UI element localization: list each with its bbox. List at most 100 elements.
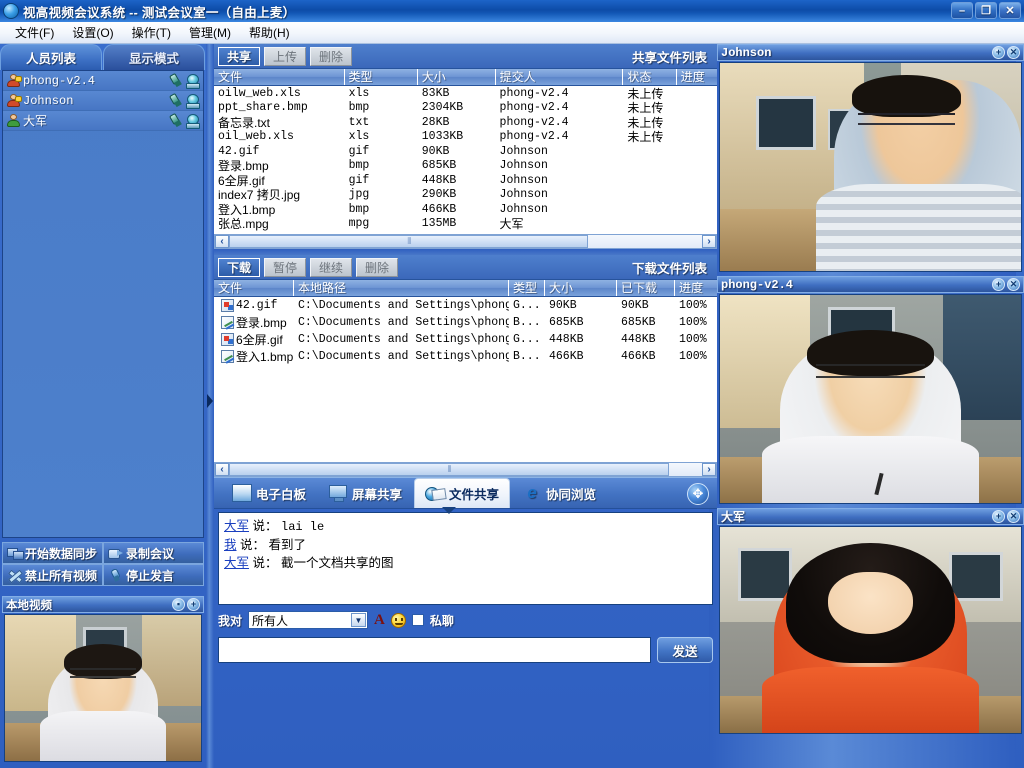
emoji-picker-icon[interactable] — [390, 612, 406, 628]
chat-verb: 说： — [252, 556, 278, 570]
share-button[interactable]: 共享 — [218, 46, 261, 66]
chat-message: 大军 说： 截一个文档共享的图 — [224, 554, 707, 572]
table-row[interactable]: 6全屏.gif C:\Documents and Settings\phong.… — [214, 331, 717, 348]
tab-participant-list[interactable]: 人员列表 — [0, 44, 102, 70]
webcam-icon[interactable] — [185, 73, 200, 89]
table-row[interactable]: 张总.mpg mpg 135MB 大军 — [214, 217, 717, 231]
chat-input[interactable] — [218, 637, 651, 663]
move-handle-icon[interactable]: ✥ — [687, 483, 709, 505]
menu-operation[interactable]: 操作(T) — [123, 22, 180, 43]
chat-sender[interactable]: 大军 — [224, 519, 249, 533]
column-status[interactable]: 状态 — [623, 69, 677, 85]
local-video-expand-button[interactable]: + — [187, 598, 200, 611]
share-horizontal-scrollbar[interactable]: ‹ ⦀ › — [214, 234, 717, 249]
tab-whiteboard[interactable]: 电子白板 — [222, 478, 316, 508]
record-meeting-button[interactable]: 录制会议 — [103, 542, 204, 564]
send-button[interactable]: 发送 — [657, 637, 713, 663]
chat-sender[interactable]: 大军 — [224, 556, 249, 570]
list-item[interactable]: phong-v2.4 — [3, 71, 203, 91]
delete-download-button[interactable]: 删除 — [356, 257, 399, 277]
video-participant-name: 大军 — [721, 510, 746, 524]
microphone-icon[interactable] — [169, 93, 183, 108]
video-close-button[interactable]: ✕ — [1007, 278, 1020, 291]
stop-speaking-button[interactable]: 停止发言 — [103, 564, 204, 586]
font-style-button[interactable]: A — [374, 612, 385, 629]
disable-all-video-button[interactable]: 禁止所有视频 — [2, 564, 103, 586]
chat-text: 看到了 — [268, 538, 307, 552]
chat-text: lai le — [281, 520, 325, 534]
participant-name: phong-v2.4 — [23, 73, 96, 88]
pause-button[interactable]: 暂停 — [264, 257, 307, 277]
scroll-left-arrow-icon[interactable]: ‹ — [215, 463, 229, 476]
scroll-track[interactable]: ⦀ — [229, 463, 702, 476]
video-expand-button[interactable]: + — [992, 510, 1005, 523]
video-feed[interactable] — [719, 526, 1022, 734]
column-file[interactable]: 文件 — [214, 280, 294, 296]
menu-settings[interactable]: 设置(O) — [63, 22, 122, 43]
column-size[interactable]: 大小 — [545, 280, 617, 296]
scroll-left-arrow-icon[interactable]: ‹ — [215, 235, 229, 248]
collapse-left-arrow-icon — [207, 394, 213, 408]
app-logo-icon — [3, 3, 19, 19]
upload-button[interactable]: 上传 — [264, 46, 307, 66]
column-size[interactable]: 大小 — [418, 69, 496, 85]
table-row[interactable]: 登录.bmp C:\Documents and Settings\phong..… — [214, 314, 717, 331]
table-row[interactable]: oil_web.xls xls 1033KB phong-v2.4 未上传 — [214, 130, 717, 144]
webcam-icon[interactable] — [185, 93, 200, 109]
cell-progress: 100% — [679, 333, 707, 346]
close-button[interactable]: ✕ — [999, 2, 1021, 19]
delete-share-button[interactable]: 删除 — [310, 46, 353, 66]
microphone-icon[interactable] — [169, 73, 183, 88]
restore-button[interactable]: ❐ — [975, 2, 997, 19]
video-close-button[interactable]: ✕ — [1007, 510, 1020, 523]
column-progress[interactable]: 进度 — [675, 280, 715, 296]
scroll-right-arrow-icon[interactable]: › — [702, 463, 716, 476]
download-button[interactable]: 下载 — [218, 257, 261, 277]
list-item[interactable]: 大军 — [3, 111, 203, 131]
table-row[interactable]: 42.gif C:\Documents and Settings\phong..… — [214, 297, 717, 314]
resume-button[interactable]: 继续 — [310, 257, 353, 277]
video-expand-button[interactable]: + — [992, 278, 1005, 291]
list-item[interactable]: Johnson — [3, 91, 203, 111]
scroll-thumb[interactable]: ⦀ — [229, 235, 589, 248]
menu-help[interactable]: 帮助(H) — [240, 22, 299, 43]
private-chat-checkbox[interactable] — [411, 614, 424, 626]
scroll-track[interactable]: ⦀ — [229, 235, 702, 248]
scroll-thumb[interactable]: ⦀ — [229, 463, 669, 476]
local-video-minimize-button[interactable]: ▪ — [172, 598, 185, 611]
cell-submitter: Johnson — [499, 173, 548, 187]
local-video-feed[interactable] — [4, 614, 202, 762]
column-downloaded[interactable]: 已下载 — [617, 280, 675, 296]
column-local-path[interactable]: 本地路径 — [294, 280, 509, 296]
column-submitter[interactable]: 提交人 — [496, 69, 624, 85]
column-file[interactable]: 文件 — [214, 69, 345, 85]
minimize-button[interactable]: – — [951, 2, 973, 19]
start-data-sync-button[interactable]: 开始数据同步 — [2, 542, 103, 564]
tab-co-browse[interactable]: e 协同浏览 — [512, 478, 606, 508]
video-panel-dajun: 大军 + ✕ — [717, 508, 1024, 734]
video-close-button[interactable]: ✕ — [1007, 46, 1020, 59]
video-feed[interactable] — [719, 62, 1022, 272]
webcam-icon[interactable] — [185, 113, 200, 129]
video-feed[interactable] — [719, 294, 1022, 504]
tab-file-share[interactable]: 文件共享 — [414, 478, 511, 508]
tab-screen-share[interactable]: 屏幕共享 — [318, 478, 412, 508]
microphone-icon[interactable] — [169, 113, 183, 128]
chat-target-select[interactable]: 所有人 ▼ — [248, 611, 369, 629]
chat-sender[interactable]: 我 — [224, 538, 237, 552]
column-type[interactable]: 类型 — [345, 69, 418, 85]
scroll-right-arrow-icon[interactable]: › — [702, 235, 716, 248]
chat-log: 大军 说： lai le 我 说： 看到了 大军 说： 截一个文档共享的图 — [218, 512, 713, 605]
tab-display-mode[interactable]: 显示模式 — [103, 44, 205, 70]
user-host-icon — [6, 93, 22, 108]
download-horizontal-scrollbar[interactable]: ‹ ⦀ › — [214, 462, 717, 477]
left-splitter[interactable] — [206, 44, 214, 768]
menu-file[interactable]: 文件(F) — [6, 22, 63, 43]
video-participant-name: Johnson — [721, 45, 772, 60]
menu-manage[interactable]: 管理(M) — [180, 22, 240, 43]
table-row[interactable]: 登入1.bmp C:\Documents and Settings\phong.… — [214, 348, 717, 365]
chevron-down-icon[interactable]: ▼ — [351, 613, 367, 627]
video-expand-button[interactable]: + — [992, 46, 1005, 59]
column-type[interactable]: 类型 — [509, 280, 545, 296]
column-progress[interactable]: 进度 — [677, 69, 717, 85]
